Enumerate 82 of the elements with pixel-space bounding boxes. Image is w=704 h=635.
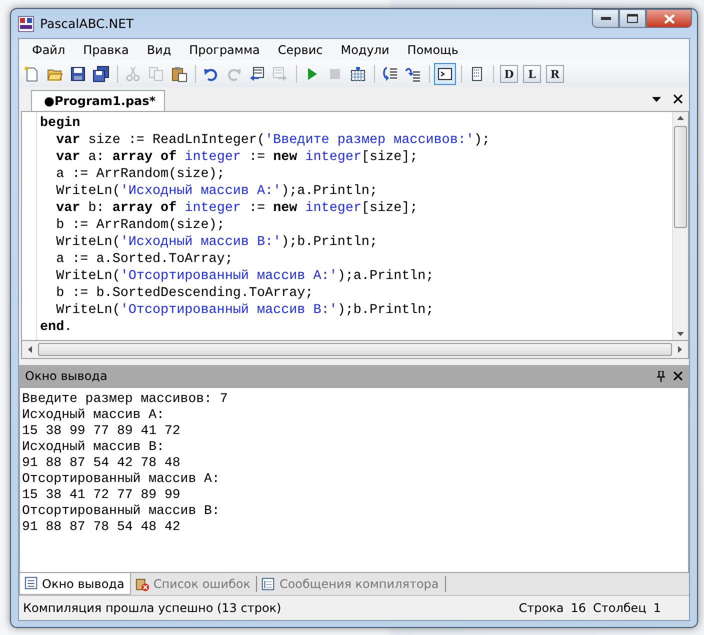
minimize-button[interactable] <box>592 9 619 28</box>
menu-item[interactable]: Программа <box>180 41 269 59</box>
panel-title: Окно вывода <box>25 369 108 383</box>
dropdown-icon[interactable] <box>652 96 661 102</box>
undo-icon <box>203 66 219 82</box>
pin-icon[interactable] <box>657 370 665 382</box>
left-arrow-icon[interactable] <box>28 346 32 353</box>
output-line: Отсортированный массив B: <box>22 503 221 519</box>
code-line: b := ArrRandom(size); <box>55 217 226 234</box>
file-tab[interactable]: ●Program1.pas* <box>31 90 165 111</box>
column-label: Столбец <box>593 601 646 615</box>
stop-icon <box>327 66 343 82</box>
menu-item[interactable]: Правка <box>74 41 138 59</box>
save-all-button[interactable] <box>90 63 112 85</box>
menu-item[interactable]: Помощь <box>398 41 468 59</box>
close-icon[interactable] <box>673 371 683 381</box>
window-title: PascalABC.NET <box>40 16 134 31</box>
down-arrow-icon[interactable] <box>677 332 684 336</box>
output-line: Исходный массив B: <box>22 439 166 455</box>
panel-tab[interactable]: Окно вывода <box>19 573 132 595</box>
horizontal-scrollbar[interactable] <box>21 340 689 359</box>
redo-icon <box>226 66 242 82</box>
code-line: b := b.SortedDescending.ToArray; <box>55 285 314 302</box>
menu-item[interactable]: Файл <box>23 41 74 59</box>
code-line: a := ArrRandom(size); <box>55 166 226 183</box>
console-icon <box>437 66 453 82</box>
scissors-icon <box>125 66 141 82</box>
menu-item[interactable]: Вид <box>138 41 180 59</box>
close-icon[interactable] <box>673 94 683 104</box>
output-line: Исходный массив A: <box>22 407 166 423</box>
toolbar-button[interactable]: R <box>546 65 564 83</box>
toolbar-button[interactable]: D <box>500 65 518 83</box>
list-icon <box>261 576 276 592</box>
close-icon <box>664 14 674 24</box>
document-arrow-icon <box>272 66 288 82</box>
menu-item[interactable]: Модули <box>332 41 398 59</box>
save-icon <box>70 66 86 82</box>
output-line: 15 38 41 72 77 89 99 <box>22 487 182 503</box>
vertical-scrollbar[interactable] <box>672 112 688 340</box>
output-line: Введите размер массивов: 7 <box>22 391 229 407</box>
code-line: var a: array of integer := new integer[size]; <box>55 149 419 166</box>
output-line: Отсортированный массив A: <box>22 471 221 487</box>
console-button[interactable] <box>434 63 456 85</box>
step-over-icon <box>405 66 421 82</box>
code-line: begin <box>40 115 82 132</box>
column-number: 1 <box>653 601 661 615</box>
grid-icon <box>350 66 366 82</box>
output-line: 91 88 87 54 42 78 48 <box>22 455 182 471</box>
up-arrow-icon[interactable] <box>677 116 684 120</box>
line-label: Строка <box>518 601 564 615</box>
minimize-icon <box>600 16 610 20</box>
maximize-button[interactable] <box>619 9 646 28</box>
close-button[interactable] <box>646 9 692 28</box>
error-list-icon <box>135 576 150 592</box>
right-arrow-icon[interactable] <box>678 346 682 353</box>
code-editor[interactable] <box>21 111 689 340</box>
save-all-icon <box>93 66 109 82</box>
status-message: Компиляция прошла успешно (13 строк) <box>23 601 282 615</box>
code-line: a := a.Sorted.ToArray; <box>55 251 234 268</box>
panel-tab[interactable]: Сообщения компилятора <box>257 576 446 592</box>
clipboard-icon <box>171 66 187 82</box>
code-line: WriteLn('Исходный массив A:');a.Println; <box>55 183 379 200</box>
list-icon <box>24 576 39 591</box>
panel-tab[interactable]: Список ошибок <box>131 576 258 592</box>
code-line: WriteLn('Отсортированный массив A:');a.Println; <box>55 268 435 285</box>
code-line: var b: array of integer := new integer[size]; <box>55 200 419 217</box>
code-line: var size := ReadLnInteger('Введите размер массивов:'); <box>55 132 492 149</box>
code-line: WriteLn('Отсортированный массив B:');b.Println; <box>55 302 435 319</box>
maximize-icon <box>627 14 638 23</box>
output-line: 15 38 99 77 89 41 72 <box>22 423 182 439</box>
new-file-icon <box>24 66 40 82</box>
copy-icon <box>148 66 164 82</box>
toolbar-button[interactable]: L <box>523 65 541 83</box>
menu-item[interactable]: Сервис <box>268 41 332 59</box>
step-into-icon <box>382 66 398 82</box>
line-number: 16 <box>570 601 586 615</box>
code-line: WriteLn('Исходный массив B:');b.Println; <box>55 234 379 251</box>
document-icon <box>469 66 485 82</box>
output-line: 91 88 87 78 54 48 42 <box>22 519 182 535</box>
code-line: end. <box>40 319 74 336</box>
app-icon <box>18 16 34 32</box>
document-arrow-icon <box>249 66 265 82</box>
